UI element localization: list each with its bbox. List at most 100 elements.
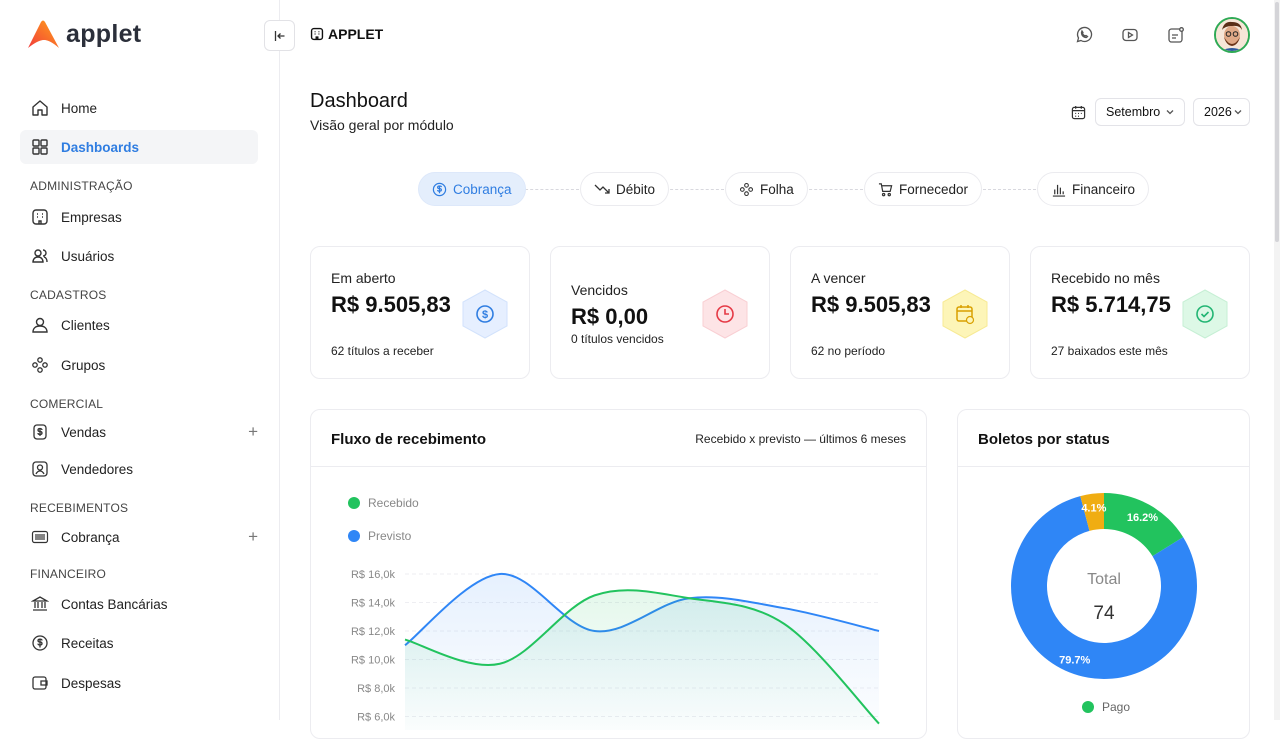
wallet-icon — [30, 673, 50, 693]
card-subtext: 62 no período — [811, 344, 886, 358]
page-subtitle: Visão geral por módulo — [310, 117, 454, 133]
bar-chart-icon — [1051, 182, 1066, 197]
user-badge-icon — [30, 459, 50, 479]
video-play-icon[interactable] — [1119, 24, 1141, 46]
slice-percent-label: 4.1% — [1081, 503, 1106, 515]
tab-fornecedor[interactable]: Fornecedor — [864, 172, 983, 206]
barcode-icon — [30, 527, 50, 547]
building-icon — [310, 27, 324, 41]
page-title: Dashboard — [310, 90, 408, 112]
section-admin: ADMINISTRAÇÃO — [30, 179, 133, 193]
stepper-connector — [665, 189, 724, 190]
tab-cobranca[interactable]: Cobrança — [418, 172, 526, 206]
cart-icon — [878, 182, 893, 197]
sidebar-item-contas-bancarias[interactable]: Contas Bancárias — [20, 587, 258, 621]
legend-dot — [1082, 701, 1094, 713]
tab-debito[interactable]: Débito — [580, 172, 670, 206]
sidebar-item-label: Cobrança — [61, 529, 120, 545]
sidebar-item-receitas[interactable]: Receitas — [20, 626, 258, 660]
building-icon — [30, 207, 50, 227]
y-tick-label: R$ 6,0k — [357, 712, 395, 724]
chevron-down-icon — [1234, 110, 1242, 115]
y-tick-label: R$ 16,0k — [351, 569, 396, 581]
slice-percent-label: 16.2% — [1127, 512, 1158, 524]
clock-icon — [702, 289, 748, 339]
sidebar-item-usuarios[interactable]: Usuários — [20, 239, 258, 273]
section-recebimentos: RECEBIMENTOS — [30, 501, 129, 515]
sidebar-item-home[interactable]: Home — [20, 91, 258, 125]
whatsapp-icon[interactable] — [1073, 24, 1095, 46]
group-icon — [739, 182, 754, 197]
y-tick-label: R$ 8,0k — [357, 683, 395, 695]
sidebar-item-label: Empresas — [61, 209, 122, 225]
users-icon — [30, 246, 50, 266]
sidebar-item-cobranca[interactable]: Cobrança + — [20, 520, 258, 554]
scrollbar-thumb[interactable] — [1275, 2, 1279, 242]
tab-label: Financeiro — [1072, 181, 1136, 197]
logo[interactable]: applet — [26, 18, 141, 50]
year-select[interactable]: 2026 — [1193, 98, 1250, 126]
donut-total-value: 74 — [1093, 603, 1115, 624]
tab-label: Cobrança — [453, 181, 512, 197]
card-value: R$ 0,00 — [571, 304, 649, 329]
stat-card-vencidos[interactable]: Vencidos R$ 0,00 0 títulos vencidos — [550, 246, 770, 379]
flow-chart-panel: Fluxo de recebimento Recebido x previsto… — [310, 409, 927, 739]
sidebar-item-despesas[interactable]: Despesas — [20, 666, 258, 700]
sidebar-item-vendas[interactable]: Vendas + — [20, 415, 258, 449]
card-subtext: 27 baixados este mês — [1051, 344, 1168, 358]
section-comercial: COMERCIAL — [30, 397, 104, 411]
expand-plus-icon[interactable]: + — [248, 422, 258, 442]
stepper-connector — [978, 189, 1036, 190]
y-tick-label: R$ 14,0k — [351, 598, 396, 610]
tab-label: Fornecedor — [899, 181, 969, 197]
sidebar-item-empresas[interactable]: Empresas — [20, 200, 258, 234]
brand-label: APPLET — [310, 26, 383, 42]
collapse-sidebar-button[interactable] — [264, 20, 295, 51]
tab-financeiro[interactable]: Financeiro — [1037, 172, 1150, 206]
trending-down-icon — [594, 182, 610, 196]
sidebar-item-vendedores[interactable]: Vendedores — [20, 452, 258, 486]
check-circle-icon — [1182, 289, 1228, 339]
y-tick-label: R$ 10,0k — [351, 655, 396, 667]
card-subtext: 62 títulos a receber — [331, 344, 434, 358]
sidebar-item-label: Dashboards — [61, 139, 140, 155]
sidebar-item-label: Grupos — [61, 357, 106, 373]
card-value: R$ 9.505,83 — [331, 292, 451, 317]
applet-logo-icon — [28, 20, 59, 48]
dollar-circle-icon — [432, 182, 447, 197]
tab-label: Folha — [760, 181, 794, 197]
card-label: Em aberto — [331, 270, 396, 286]
card-label: Recebido no mês — [1051, 270, 1160, 286]
chevron-down-icon — [1166, 110, 1174, 115]
notes-icon[interactable] — [1165, 24, 1187, 46]
page-scrollbar[interactable] — [1274, 0, 1280, 720]
sidebar-item-clientes[interactable]: Clientes — [20, 308, 258, 342]
stat-card-a-vencer[interactable]: A vencer R$ 9.505,83 62 no período — [790, 246, 1010, 379]
sidebar-item-dashboards[interactable]: Dashboards — [20, 130, 258, 164]
sidebar-item-label: Clientes — [61, 317, 110, 333]
year-value: 2026 — [1204, 105, 1232, 119]
svg-text:$: $ — [482, 309, 488, 321]
brand-text: APPLET — [328, 26, 384, 42]
legend-pago[interactable]: Pago — [1082, 700, 1130, 714]
month-value: Setembro — [1106, 105, 1161, 119]
stat-card-recebido[interactable]: Recebido no mês R$ 5.714,75 27 baixados … — [1030, 246, 1250, 379]
slice-percent-label: 79.7% — [1059, 654, 1090, 666]
user-avatar[interactable] — [1214, 17, 1250, 53]
dollar-circle-icon — [30, 633, 50, 653]
user-icon — [30, 315, 50, 335]
calendar-icon — [1071, 105, 1086, 120]
month-select[interactable]: Setembro — [1095, 98, 1185, 126]
donut-total-label: Total — [1087, 571, 1121, 588]
stat-card-em-aberto[interactable]: Em aberto R$ 9.505,83 62 títulos a receb… — [310, 246, 530, 379]
dollar-circle-icon: $ — [462, 289, 508, 339]
expand-plus-icon[interactable]: + — [248, 527, 258, 547]
sidebar-item-grupos[interactable]: Grupos — [20, 348, 258, 382]
card-value: R$ 5.714,75 — [1051, 292, 1171, 317]
sidebar: applet Home Dashboards ADMINISTRAÇÃO Emp… — [0, 0, 280, 720]
tab-folha[interactable]: Folha — [725, 172, 808, 206]
card-label: A vencer — [811, 270, 866, 286]
group-icon — [30, 355, 50, 375]
legend-label: Pago — [1102, 700, 1131, 714]
money-bag-icon — [30, 422, 50, 442]
